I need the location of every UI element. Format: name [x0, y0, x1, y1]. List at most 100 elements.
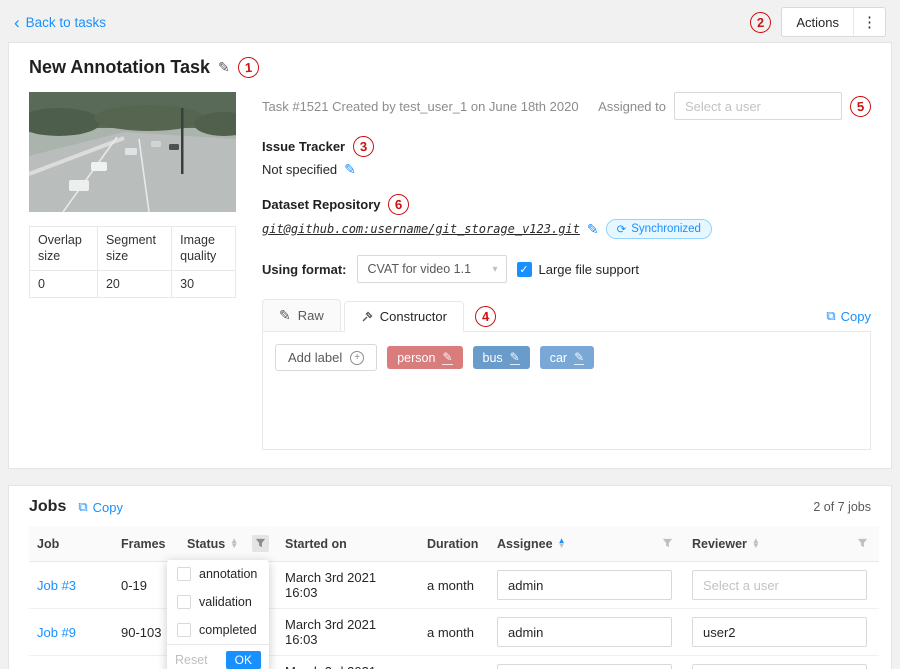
checkbox-checked-icon: ✓	[517, 262, 532, 277]
col-header-frames: Frames	[113, 526, 179, 562]
annotation-circle-1: 1	[237, 56, 259, 78]
filter-option-validation[interactable]: validation	[167, 588, 269, 616]
started-cell: March 3rd 2021 16:03	[277, 609, 419, 656]
label-tag-person-name: person	[397, 351, 435, 365]
annotation-circle-4: 4	[474, 305, 496, 327]
back-link-label: Back to tasks	[26, 15, 106, 30]
annotation-circle-5: 5	[849, 95, 871, 117]
tab-constructor-label: Constructor	[380, 309, 447, 324]
filter-icon[interactable]	[854, 535, 871, 552]
filter-option-completed[interactable]: completed	[167, 616, 269, 644]
filter-reset-button[interactable]: Reset	[175, 653, 208, 667]
task-preview-image	[29, 92, 236, 212]
param-header-quality: Image quality	[172, 227, 236, 271]
status-filter-dropdown: annotation validation completed Reset OK	[167, 560, 269, 669]
format-select[interactable]: CVAT for video 1.1 ▾	[357, 255, 507, 283]
param-value-quality: 30	[172, 271, 236, 298]
reviewer-input[interactable]	[692, 617, 867, 647]
col-header-started: Started on	[277, 526, 419, 562]
chevron-down-icon: ▾	[492, 264, 497, 275]
reviewer-input[interactable]	[692, 570, 867, 600]
dataset-repository-label: Dataset Repository	[262, 197, 380, 212]
label-tag-car[interactable]: car ✎	[540, 346, 594, 369]
jobs-table: Job Frames Status ▲▼ Started on Duration	[29, 526, 879, 669]
edit-label-icon[interactable]: ✎	[510, 350, 520, 365]
labels-copy-button[interactable]: ⧉ Copy	[826, 308, 871, 324]
filter-icon[interactable]	[252, 535, 269, 552]
label-tag-car-name: car	[550, 351, 567, 365]
assignee-input[interactable]	[497, 570, 672, 600]
filter-option-annotation[interactable]: annotation	[167, 560, 269, 588]
checkbox-icon[interactable]	[177, 567, 191, 581]
jobs-count: 2 of 7 jobs	[813, 500, 871, 514]
duration-cell: a month	[419, 609, 489, 656]
copy-icon: ⧉	[78, 499, 87, 515]
col-header-duration: Duration	[419, 526, 489, 562]
edit-label-icon[interactable]: ✎	[442, 350, 452, 365]
assignee-input[interactable]	[497, 617, 672, 647]
label-tag-bus[interactable]: bus ✎	[473, 346, 530, 369]
table-row: Job #3 0-19 March 3rd 2021 16:03 a month	[29, 562, 879, 609]
assigned-to-input[interactable]	[674, 92, 842, 120]
repository-url: git@github.com:username/git_storage_v123…	[262, 222, 580, 236]
format-label: Using format:	[262, 262, 347, 277]
started-cell: March 3rd 2021 16:03	[277, 562, 419, 609]
back-to-tasks-link[interactable]: ‹ Back to tasks	[14, 14, 106, 31]
checkbox-icon[interactable]	[177, 595, 191, 609]
add-label-button[interactable]: Add label +	[275, 344, 377, 371]
edit-label-icon[interactable]: ✎	[574, 350, 584, 365]
started-cell: March 3rd 2021 16:03	[277, 656, 419, 669]
jobs-title: Jobs	[29, 498, 66, 516]
annotation-circle-3: 3	[352, 135, 374, 157]
param-header-segment: Segment size	[97, 227, 171, 271]
jobs-copy-button[interactable]: ⧉ Copy	[78, 499, 123, 515]
annotation-circle-2: 2	[750, 11, 772, 33]
filter-icon[interactable]	[659, 535, 676, 552]
table-row: Job #9 90-103 March 3rd 2021 16:03 a mon…	[29, 609, 879, 656]
jobs-copy-label: Copy	[93, 500, 123, 515]
topbar: ‹ Back to tasks 2 Actions ⋮	[0, 0, 900, 42]
actions-button[interactable]: Actions ⋮	[781, 7, 886, 37]
actions-button-label: Actions	[782, 8, 853, 36]
param-header-overlap: Overlap size	[30, 227, 98, 271]
sort-icon[interactable]: ▲▼	[752, 539, 760, 548]
add-label-text: Add label	[288, 350, 342, 365]
duration-cell: a month	[419, 562, 489, 609]
more-actions-icon[interactable]: ⋮	[853, 8, 885, 36]
tab-constructor[interactable]: Constructor	[344, 301, 464, 332]
task-card: New Annotation Task ✎ 1	[8, 42, 892, 469]
labels-copy-label: Copy	[841, 309, 871, 324]
large-file-support-label: Large file support	[539, 262, 639, 277]
chevron-left-icon: ‹	[14, 14, 20, 31]
label-tag-person[interactable]: person ✎	[387, 346, 462, 369]
checkbox-icon[interactable]	[177, 623, 191, 637]
task-meta: Task #1521 Created by test_user_1 on Jun…	[262, 99, 579, 114]
param-value-overlap: 0	[30, 271, 98, 298]
issue-tracker-label: Issue Tracker	[262, 139, 345, 154]
col-header-reviewer: Reviewer ▲▼	[684, 526, 879, 562]
sort-icon[interactable]: ▲▼	[230, 539, 238, 548]
assignee-input[interactable]	[497, 664, 672, 669]
job-link[interactable]: Job #9	[37, 625, 76, 640]
table-row: Job #4 15-34 March 3rd 2021 16:03 a mont…	[29, 656, 879, 669]
param-value-segment: 20	[97, 271, 171, 298]
filter-ok-button[interactable]: OK	[226, 651, 261, 669]
tab-raw[interactable]: ✎ Raw	[262, 299, 341, 331]
copy-icon: ⧉	[826, 308, 835, 324]
sync-status-badge: ⟳ Synchronized	[606, 219, 712, 239]
large-file-support-checkbox[interactable]: ✓ Large file support	[517, 262, 639, 277]
jobs-card: Jobs ⧉ Copy 2 of 7 jobs Job Frames Statu…	[8, 485, 892, 669]
label-constructor-panel: Add label + person ✎ bus ✎ car ✎	[262, 332, 871, 450]
edit-task-name-icon[interactable]: ✎	[218, 59, 230, 76]
col-header-assignee: Assignee ▲▼	[489, 526, 684, 562]
reviewer-input[interactable]	[692, 664, 867, 669]
issue-tracker-value: Not specified	[262, 162, 337, 177]
edit-issue-tracker-icon[interactable]: ✎	[344, 161, 356, 178]
label-tag-bus-name: bus	[483, 351, 503, 365]
edit-repository-icon[interactable]: ✎	[587, 221, 599, 238]
job-link[interactable]: Job #3	[37, 578, 76, 593]
assigned-to-label: Assigned to	[598, 99, 666, 114]
duration-cell: a month	[419, 656, 489, 669]
annotation-circle-6: 6	[388, 193, 410, 215]
sort-icon[interactable]: ▲▼	[558, 539, 566, 548]
